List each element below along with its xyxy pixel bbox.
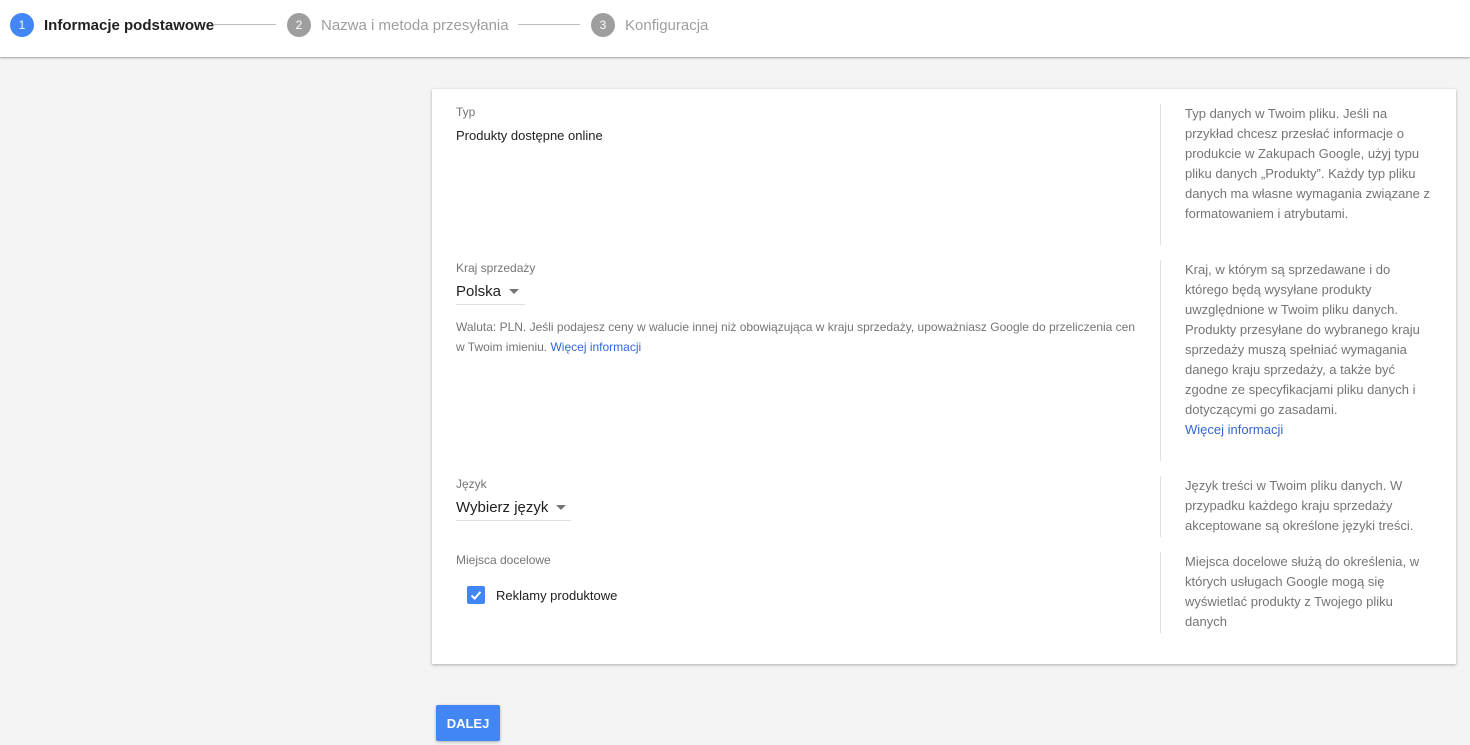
language-dropdown[interactable]: Wybierz język	[456, 495, 571, 521]
type-help: Typ danych w Twoim pliku. Jeśli na przyk…	[1160, 104, 1430, 245]
basic-info-card: Typ Produkty dostępne online Typ danych …	[432, 89, 1456, 664]
currency-note: Waluta: PLN. Jeśli podajesz ceny w waluc…	[456, 317, 1136, 357]
step-2-label: Nazwa i metoda przesyłania	[321, 16, 509, 34]
country-help: Kraj, w którym są sprzedawane i do które…	[1160, 260, 1430, 461]
step-3-label: Konfiguracja	[625, 16, 709, 34]
step-1-number: 1	[10, 13, 34, 37]
country-more-info-link[interactable]: Więcej informacji	[1185, 422, 1283, 437]
caret-down-icon	[509, 289, 520, 294]
step-2[interactable]: 2 Nazwa i metoda przesyłania	[287, 12, 509, 38]
destinations-help: Miejsca docelowe służą do określenia, w …	[1160, 552, 1430, 633]
country-dropdown[interactable]: Polska	[456, 279, 525, 305]
language-label: Język	[456, 477, 487, 491]
language-dropdown-value: Wybierz język	[456, 499, 549, 516]
currency-more-info-link[interactable]: Więcej informacji	[550, 340, 641, 354]
product-ads-label[interactable]: Reklamy produktowe	[496, 588, 617, 603]
step-1-label: Informacje podstawowe	[44, 16, 215, 34]
country-dropdown-value: Polska	[456, 283, 502, 300]
type-value: Produkty dostępne online	[456, 128, 603, 143]
country-label: Kraj sprzedaży	[456, 261, 536, 275]
type-label: Typ	[456, 105, 476, 119]
next-button[interactable]: DALEJ	[436, 705, 500, 741]
stepper: 1 Informacje podstawowe 2 Nazwa i metoda…	[0, 0, 1470, 57]
checkmark-icon	[470, 591, 482, 600]
country-help-text: Kraj, w którym są sprzedawane i do które…	[1185, 262, 1420, 417]
destinations-label: Miejsca docelowe	[456, 553, 551, 567]
caret-down-icon	[556, 505, 567, 510]
step-1[interactable]: 1 Informacje podstawowe	[10, 12, 214, 38]
step-2-number: 2	[287, 13, 311, 37]
step-connector	[518, 24, 580, 25]
step-3-number: 3	[591, 13, 615, 37]
step-connector	[214, 24, 276, 25]
language-help: Język treści w Twoim pliku danych. W prz…	[1160, 476, 1430, 537]
step-3[interactable]: 3 Konfiguracja	[591, 12, 708, 38]
product-ads-checkbox[interactable]	[467, 586, 485, 604]
